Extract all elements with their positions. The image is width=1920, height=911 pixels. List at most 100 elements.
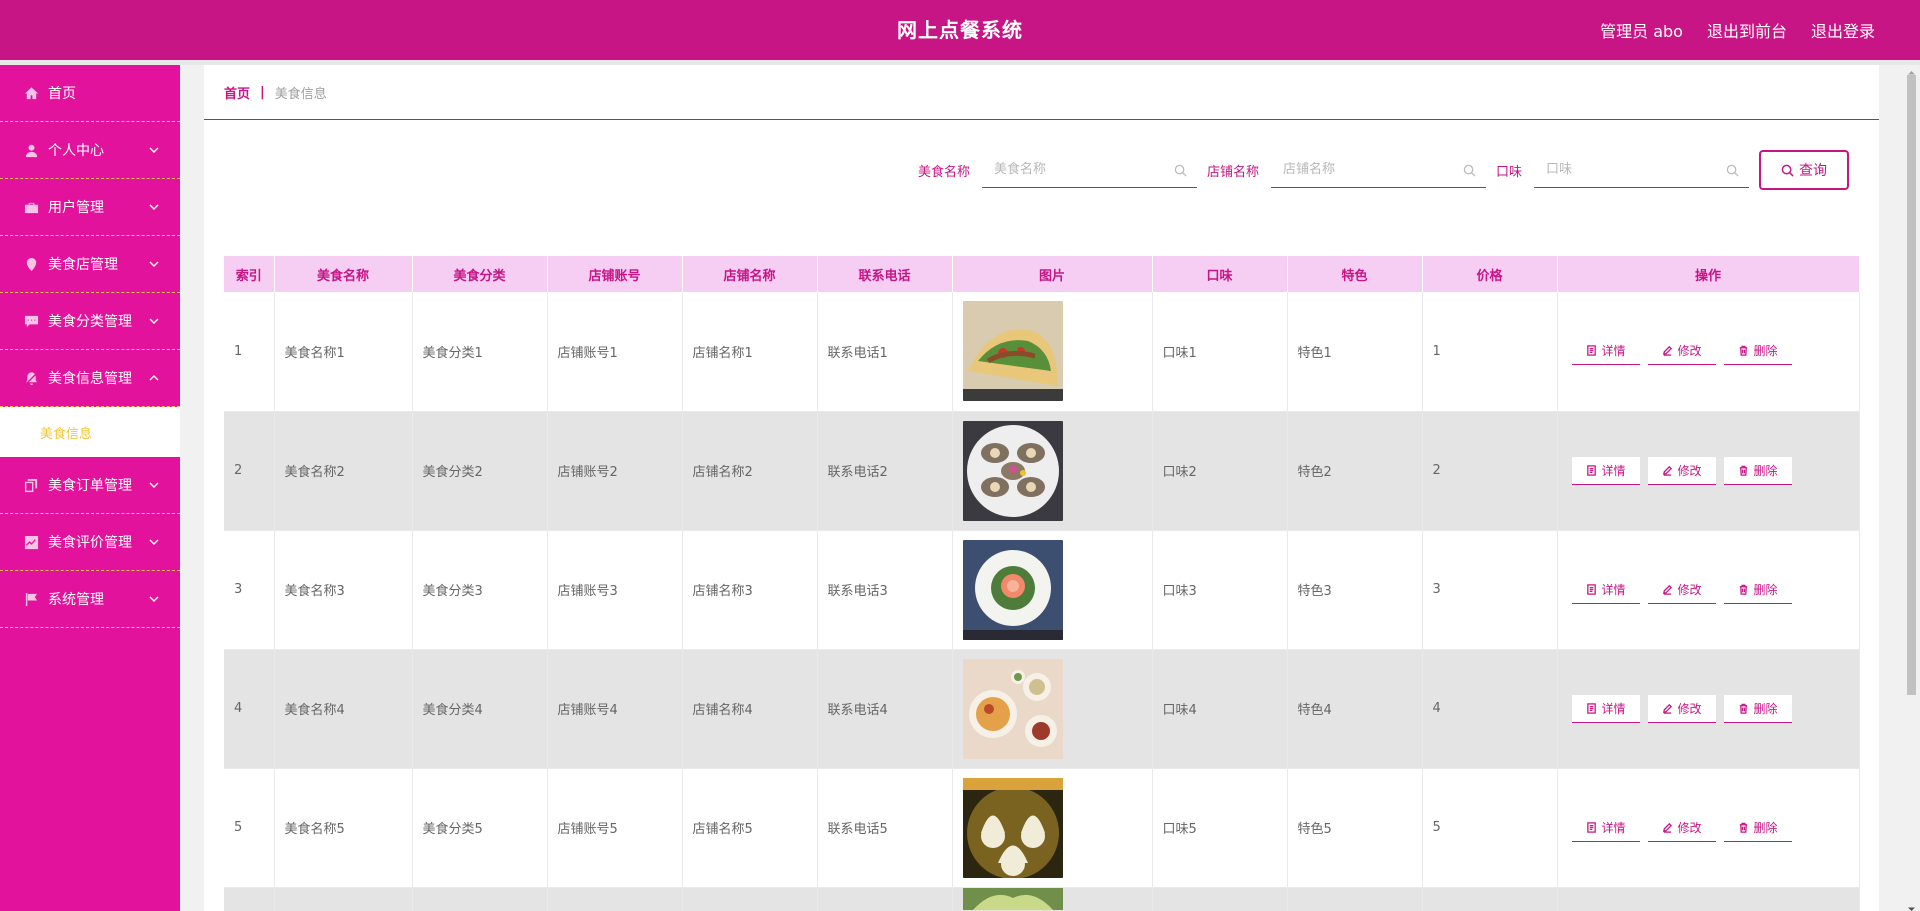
- table-row: 1 美食名称1 美食分类1 店铺账号1 店铺名称1 联系电话1 口味1 特色1 1 详情 修改 删除: [224, 292, 1860, 412]
- cell-shop-name: 店铺名称4: [682, 649, 818, 769]
- table-row: 3 美食名称3 美食分类3 店铺账号3 店铺名称3 联系电话3 口味3 特色3 3 详情 修改 删除: [224, 530, 1860, 650]
- cell-taste: 口味3: [1152, 530, 1288, 650]
- edit-button-label: 修改: [1677, 820, 1702, 835]
- edit-button[interactable]: 修改: [1647, 813, 1716, 842]
- breadcrumb-separator: |: [260, 84, 265, 100]
- sidebar-item-personal-center[interactable]: 个人中心: [0, 122, 180, 179]
- cell-index: 4: [224, 649, 275, 769]
- cell-phone: 联系电话4: [817, 649, 953, 769]
- admin-user-label[interactable]: 管理员 abo: [1600, 18, 1683, 42]
- cell-shop-account: 店铺账号2: [547, 411, 683, 531]
- cell-shop-name: 店铺名称5: [682, 768, 818, 888]
- sidebar-item-category-management[interactable]: 美食分类管理: [0, 293, 180, 350]
- detail-button-label: 详情: [1601, 701, 1626, 716]
- table-cell: [1422, 887, 1558, 911]
- food-image: [962, 539, 1063, 640]
- sidebar-item-order-management[interactable]: 美食订单管理: [0, 457, 180, 514]
- delete-button-label: 删除: [1753, 463, 1778, 478]
- detail-button[interactable]: 详情: [1571, 337, 1640, 366]
- detail-button-label: 详情: [1601, 463, 1626, 478]
- cell-price: 5: [1422, 768, 1558, 888]
- table-row: 2 美食名称2 美食分类2 店铺账号2 店铺名称2 联系电话2 口味2 特色2 2 详情 修改 删除: [224, 411, 1860, 531]
- edit-button-label: 修改: [1677, 463, 1702, 478]
- cell-food-name: 美食名称2: [274, 411, 413, 531]
- delete-button[interactable]: 删除: [1723, 337, 1792, 366]
- cell-taste: 口味5: [1152, 768, 1288, 888]
- detail-button-label: 详情: [1601, 582, 1626, 597]
- taste-field: [1534, 152, 1749, 188]
- sidebar-item-label: 美食店管理: [48, 257, 118, 273]
- cell-phone: 联系电话5: [817, 768, 953, 888]
- food-image: [962, 777, 1063, 878]
- cell-feature: 特色3: [1287, 530, 1423, 650]
- search-icon: [1726, 164, 1739, 177]
- vertical-scrollbar[interactable]: [1903, 65, 1920, 911]
- cell-food-category: 美食分类5: [412, 768, 548, 888]
- edit-button[interactable]: 修改: [1647, 456, 1716, 485]
- food-name-input[interactable]: [993, 162, 1164, 177]
- scroll-down-arrow-icon[interactable]: [1907, 902, 1916, 911]
- flag-icon: [22, 590, 40, 608]
- exit-to-front-link[interactable]: 退出到前台: [1707, 18, 1787, 42]
- edit-button[interactable]: 修改: [1647, 337, 1716, 366]
- top-header: 网上点餐系统 管理员 abo 退出到前台 退出登录: [0, 0, 1920, 65]
- table-cell: [412, 887, 548, 911]
- sidebar-item-label: 美食订单管理: [48, 478, 132, 494]
- food-name-label: 美食名称: [917, 164, 970, 180]
- cell-image: [952, 887, 1153, 911]
- sidebar-item-label: 美食分类管理: [48, 314, 132, 330]
- shop-name-label: 店铺名称: [1206, 164, 1259, 180]
- cell-food-name: 美食名称5: [274, 768, 413, 888]
- detail-button-label: 详情: [1601, 344, 1626, 359]
- document-icon: [1586, 702, 1596, 714]
- shop-name-input[interactable]: [1282, 162, 1453, 177]
- cell-shop-account: 店铺账号4: [547, 649, 683, 769]
- chevron-down-icon: [148, 201, 160, 213]
- taste-input[interactable]: [1546, 162, 1716, 177]
- delete-button[interactable]: 删除: [1723, 694, 1792, 723]
- cell-shop-account: 店铺账号5: [547, 768, 683, 888]
- delete-button[interactable]: 删除: [1723, 575, 1792, 604]
- delete-button-label: 删除: [1753, 820, 1778, 835]
- sidebar-item-label: 个人中心: [48, 143, 104, 159]
- edit-button[interactable]: 修改: [1647, 575, 1716, 604]
- cell-image: [952, 649, 1153, 769]
- detail-button[interactable]: 详情: [1571, 456, 1640, 485]
- delete-button[interactable]: 删除: [1723, 813, 1792, 842]
- detail-button[interactable]: 详情: [1571, 694, 1640, 723]
- detail-button[interactable]: 详情: [1571, 575, 1640, 604]
- cell-phone: 联系电话2: [817, 411, 953, 531]
- table-header-row: 索引 美食名称 美食分类 店铺账号 店铺名称 联系电话 图片 口味 特色 价格 …: [224, 256, 1860, 292]
- chevron-down-icon: [148, 536, 160, 548]
- cell-shop-name: 店铺名称2: [682, 411, 818, 531]
- row-actions: 详情 修改 删除: [1568, 456, 1859, 485]
- edit-button[interactable]: 修改: [1647, 694, 1716, 723]
- breadcrumb-home-link[interactable]: 首页: [224, 83, 250, 102]
- delete-button[interactable]: 删除: [1723, 456, 1792, 485]
- sidebar-item-home[interactable]: 首页: [0, 65, 180, 122]
- query-button[interactable]: 查询: [1759, 150, 1849, 190]
- cell-actions: 详情 修改 删除: [1557, 411, 1860, 531]
- edit-icon: [1662, 465, 1672, 476]
- sidebar-item-user-management[interactable]: 用户管理: [0, 179, 180, 236]
- trash-icon: [1739, 345, 1747, 356]
- cell-price: 1: [1422, 292, 1558, 412]
- cell-feature: 特色1: [1287, 292, 1423, 412]
- scroll-up-arrow-icon[interactable]: [1907, 65, 1916, 75]
- cell-taste: 口味2: [1152, 411, 1288, 531]
- location-icon: [22, 255, 40, 273]
- detail-button-label: 详情: [1601, 820, 1626, 835]
- sidebar-item-review-management[interactable]: 美食评价管理: [0, 514, 180, 571]
- submenu-item-food-info[interactable]: 美食信息: [0, 407, 180, 457]
- scrollbar-thumb[interactable]: [1907, 75, 1916, 695]
- row-actions: 详情 修改 删除: [1568, 694, 1859, 723]
- column-header: 店铺账号: [547, 256, 683, 292]
- sidebar-item-shop-management[interactable]: 美食店管理: [0, 236, 180, 293]
- logout-link[interactable]: 退出登录: [1811, 18, 1875, 42]
- sidebar-item-food-info-management[interactable]: 美食信息管理: [0, 350, 180, 407]
- detail-button[interactable]: 详情: [1571, 813, 1640, 842]
- sidebar-item-system-management[interactable]: 系统管理: [0, 571, 180, 628]
- edit-button-label: 修改: [1677, 701, 1702, 716]
- trash-icon: [1739, 584, 1747, 595]
- trash-icon: [1739, 822, 1747, 833]
